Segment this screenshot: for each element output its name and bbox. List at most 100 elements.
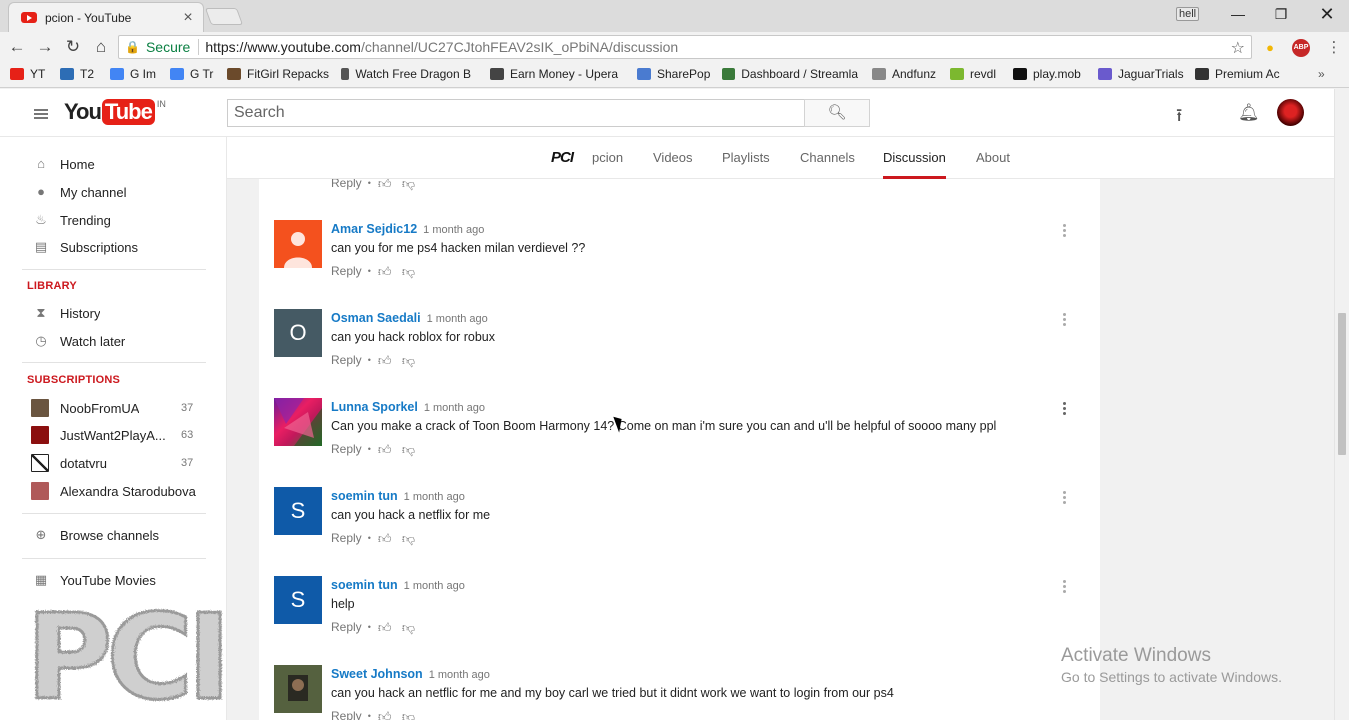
close-tab-icon[interactable]: × [181,9,195,27]
thumbs-down-icon[interactable]: 👎︎ [402,532,416,545]
more-bookmarks-icon[interactable]: » [1318,67,1325,81]
scrollbar-thumb[interactable] [1338,313,1346,455]
comment-menu-icon[interactable] [1063,580,1067,596]
reply-button[interactable]: Reply [331,709,362,720]
bookmark-item[interactable]: Dashboard / Streamla [722,67,858,81]
search-input[interactable]: Search [227,99,805,127]
minimize-icon[interactable]: — [1220,3,1256,25]
bookmark-item[interactable]: FitGirl Repacks [227,67,329,81]
guide-item-watch-later[interactable]: ◷ Watch later [0,328,227,354]
thumbs-up-icon[interactable]: 👍︎ [378,265,392,278]
comment-author[interactable]: soemin tun [331,578,398,592]
thumbs-down-icon[interactable]: 👎︎ [402,265,416,278]
guide-item-my-channel[interactable]: ● My channel [0,179,227,205]
bookmark-item[interactable]: Premium Ac [1195,67,1280,81]
address-bar[interactable]: 🔒 Secure https://www.youtube.com /channe… [118,35,1252,59]
commenter-avatar[interactable] [274,220,322,268]
guide-item-subscriptions[interactable]: ▤ Subscriptions [0,234,227,260]
upload-icon[interactable]: ⭱ [1176,103,1182,133]
subscription-item[interactable]: dotatvru 37 [0,450,227,476]
tab-channels[interactable]: Channels [800,150,855,165]
comment-author[interactable]: Sweet Johnson [331,667,423,681]
comment-time[interactable]: 1 month ago [424,402,485,414]
comment-menu-icon[interactable] [1063,313,1067,329]
profile-badge[interactable]: hell [1176,7,1200,21]
commenter-avatar[interactable]: S [274,576,322,624]
comment-menu-icon[interactable] [1063,224,1067,240]
reload-icon[interactable]: ↻ [61,35,85,59]
tab-videos[interactable]: Videos [653,150,693,165]
thumbs-up-icon[interactable]: 👍︎ [378,710,392,720]
bookmark-item[interactable]: revdl [950,67,996,81]
bookmark-item[interactable]: T2 [60,67,94,81]
comment-author[interactable]: Amar Sejdic12 [331,222,417,236]
lightbulb-extension-icon[interactable]: ● [1261,39,1279,57]
comment-time[interactable]: 1 month ago [429,669,490,681]
commenter-avatar[interactable] [274,665,322,713]
comment-time[interactable]: 1 month ago [427,313,488,325]
thumbs-up-icon[interactable]: 👍︎ [378,532,392,545]
reply-button[interactable]: Reply [331,531,362,545]
comment-time[interactable]: 1 month ago [423,224,484,236]
subscription-item[interactable]: JustWant2PlayA... 63 [0,422,227,448]
guide-item-home[interactable]: ⌂ Home [0,151,227,177]
reply-button[interactable]: Reply [331,264,362,278]
thumbs-up-icon[interactable]: 👍︎ [378,443,392,456]
search-button[interactable]: 🔍︎ [804,99,870,127]
comment-time[interactable]: 1 month ago [404,580,465,592]
comment-author[interactable]: soemin tun [331,489,398,503]
reply-button[interactable]: Reply [331,442,362,456]
tab-channel-home[interactable]: pcion [592,150,623,165]
notifications-bell-icon[interactable]: 🔔︎ [1238,103,1260,123]
thumbs-down-icon[interactable]: 👎︎ [402,179,416,190]
account-avatar[interactable] [1277,99,1304,126]
thumbs-down-icon[interactable]: 👎︎ [402,443,416,456]
chrome-menu-icon[interactable]: ⋮ [1325,39,1343,57]
guide-menu-icon[interactable] [34,109,48,119]
close-window-icon[interactable]: ✕ [1309,3,1345,25]
bookmark-item[interactable]: Watch Free Dragon B [341,67,471,81]
bookmark-item[interactable]: G Im [110,67,156,81]
bookmark-item[interactable]: YT [10,67,45,81]
tab-playlists[interactable]: Playlists [722,150,770,165]
reply-button[interactable]: Reply [331,620,362,634]
guide-item-trending[interactable]: ♨ Trending [0,207,227,233]
bookmark-item[interactable]: play.mob [1013,67,1081,81]
back-icon[interactable]: ← [5,35,29,59]
tab-about[interactable]: About [976,150,1010,165]
bookmark-item[interactable]: SharePop [637,67,710,81]
new-tab-button[interactable] [204,8,244,25]
comment-time[interactable]: 1 month ago [404,491,465,503]
subscription-item[interactable]: Alexandra Starodubova [0,478,227,504]
comment-author[interactable]: Osman Saedali [331,311,421,325]
thumbs-up-icon[interactable]: 👍︎ [378,354,392,367]
comment-author[interactable]: Lunna Sporkel [331,400,418,414]
guide-item-browse-channels[interactable]: ⊕ Browse channels [0,522,227,548]
adblock-extension-icon[interactable]: ABP [1292,39,1310,57]
commenter-avatar[interactable]: S [274,487,322,535]
page-scrollbar[interactable] [1334,89,1349,720]
comment-menu-icon[interactable] [1063,491,1067,507]
restore-icon[interactable]: ❐ [1263,3,1299,25]
youtube-logo[interactable]: You Tube IN [64,99,166,125]
thumbs-up-icon[interactable]: 👍︎ [378,179,392,190]
thumbs-up-icon[interactable]: 👍︎ [378,621,392,634]
browser-tab[interactable]: pcion - YouTube × [8,2,204,32]
home-browser-icon[interactable]: ⌂ [89,35,113,59]
subscription-item[interactable]: NoobFromUA 37 [0,395,227,421]
reply-button[interactable]: Reply [331,353,362,367]
commenter-avatar[interactable]: O [274,309,322,357]
comment-menu-icon[interactable] [1063,402,1067,418]
bookmark-star-icon[interactable]: ☆ [1231,38,1245,58]
forward-icon[interactable]: → [33,35,57,59]
bookmark-item[interactable]: G Tr [170,67,213,81]
commenter-avatar[interactable] [274,398,322,446]
tab-discussion[interactable]: Discussion [883,150,946,179]
reply-button[interactable]: Reply [331,179,362,190]
bookmark-item[interactable]: Andfunz [872,67,936,81]
bookmark-item[interactable]: Earn Money - Upera [490,67,622,81]
bookmark-item[interactable]: JaguarTrials [1098,67,1184,81]
guide-item-history[interactable]: ⧗ History [0,300,227,326]
thumbs-down-icon[interactable]: 👎︎ [402,354,416,367]
thumbs-down-icon[interactable]: 👎︎ [402,621,416,634]
